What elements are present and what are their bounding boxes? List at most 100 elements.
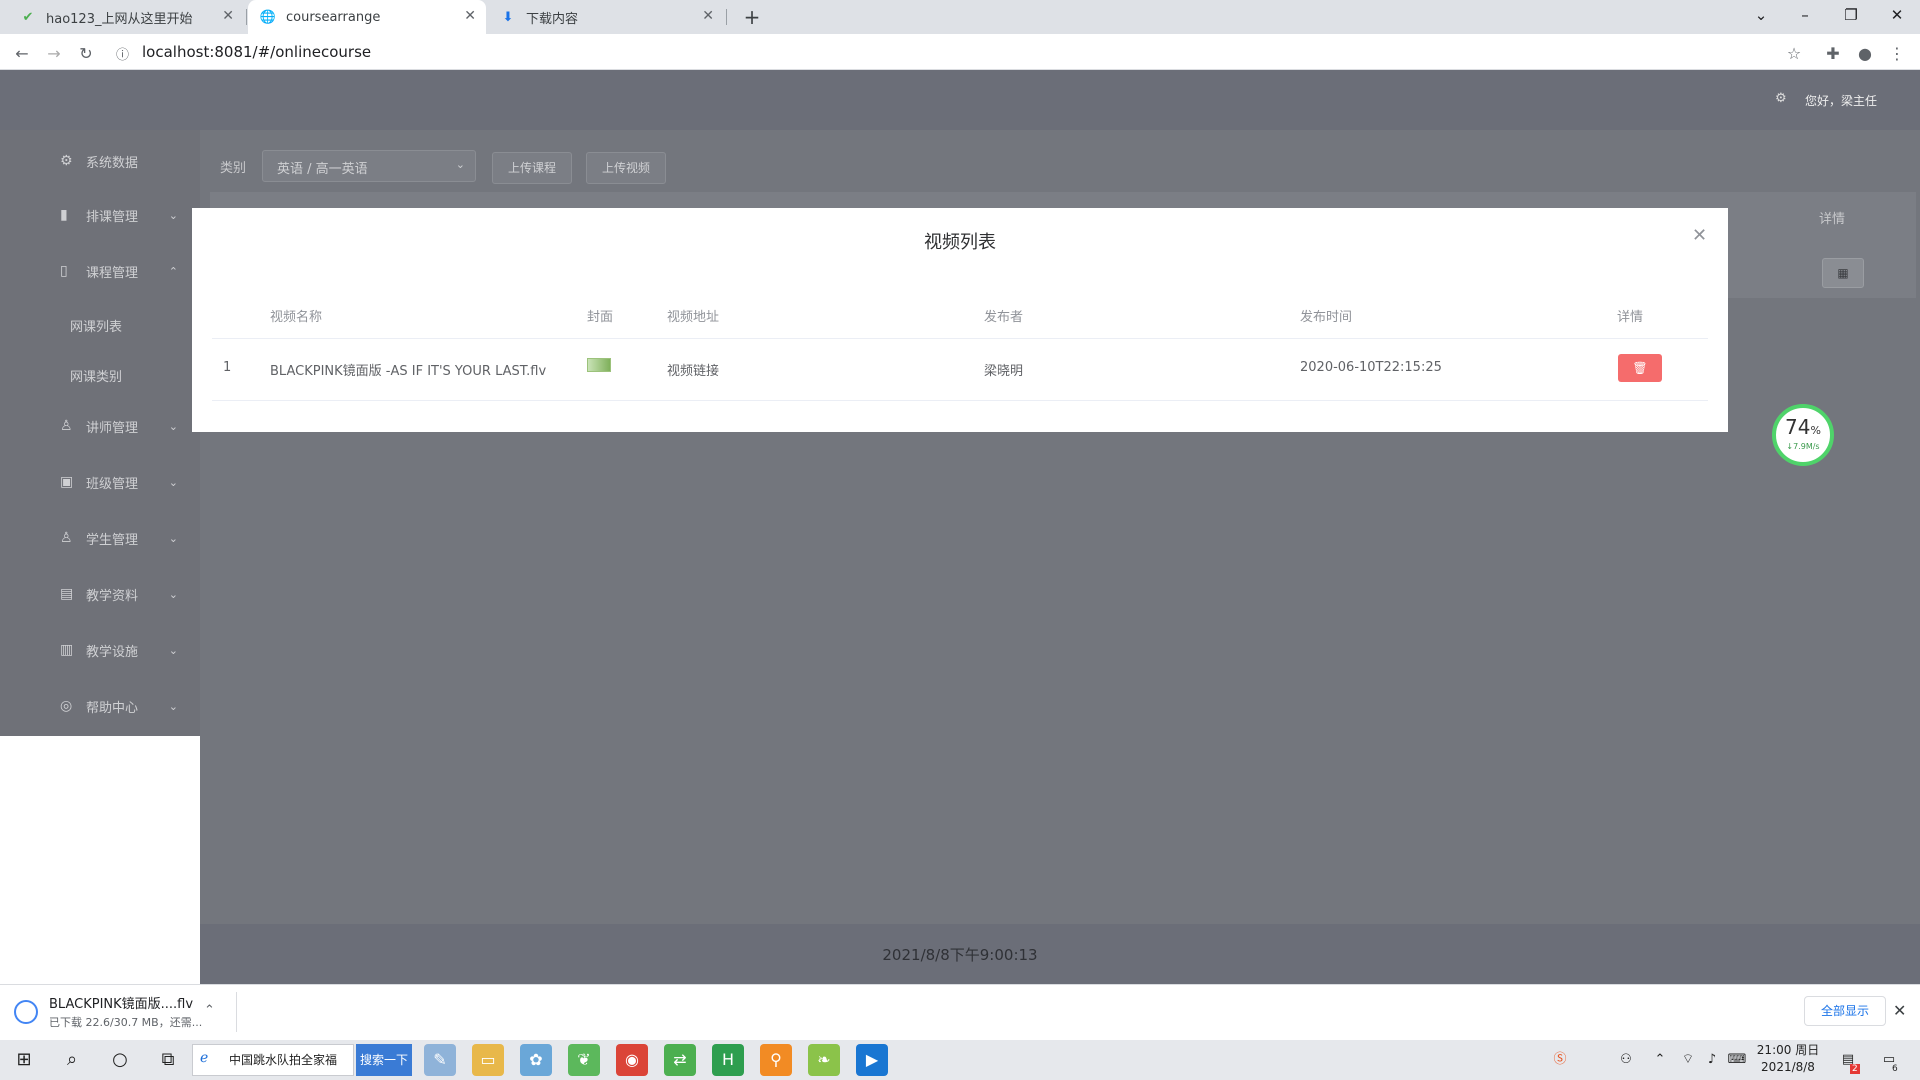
grid-icon[interactable]: ▦ <box>1822 258 1864 288</box>
column-header: 详情 <box>1617 310 1644 325</box>
sidebar-item-facility[interactable]: ▥ 教学设施 ⌄ <box>0 625 200 675</box>
app-icon[interactable]: ✿ <box>520 1044 552 1076</box>
sidebar-item-label: 系统数据 <box>86 155 139 171</box>
tab-separator <box>246 9 247 25</box>
url-text: localhost:8081/#/onlinecourse <box>142 43 372 61</box>
download-icon: ⬇ <box>502 9 514 25</box>
search-tool-icon[interactable]: ⚲ <box>760 1044 792 1076</box>
notepad-icon[interactable]: ✎ <box>424 1044 456 1076</box>
taskbar-search-input[interactable]: 中国跳水队拍全家福 <box>192 1044 354 1076</box>
clock-date: 2021/8/8 <box>1761 1060 1815 1074</box>
wifi-icon[interactable]: ⌔ <box>1676 1040 1700 1080</box>
bar-chart-icon: ▮ <box>60 207 68 223</box>
search-icon[interactable]: ⌕ <box>52 1040 92 1080</box>
sidebar-item-teaching-material[interactable]: ▤ 教学资料 ⌄ <box>0 569 200 619</box>
sidebar-subitem-online-course-list[interactable]: 网课列表 <box>0 300 200 350</box>
chevron-up-icon[interactable]: ⌃ <box>204 1003 215 1018</box>
close-icon[interactable]: ✕ <box>1893 1001 1906 1020</box>
sidebar-item-label: 教学设施 <box>86 644 139 660</box>
chevron-down-icon: ⌄ <box>168 419 178 433</box>
video-name: BLACKPINK镜面版 -AS IF IT'S YOUR LAST.flv <box>270 364 547 379</box>
forward-button[interactable]: → <box>42 42 66 66</box>
tab-hao123[interactable]: ✔ hao123_上网从这里开始 ✕ <box>8 0 244 34</box>
column-header: 发布时间 <box>1300 310 1353 325</box>
sidebar-subitem-online-course-category[interactable]: 网课类别 <box>0 350 200 400</box>
chevron-up-icon[interactable]: ⌃ <box>1648 1040 1672 1080</box>
hbuilder-icon[interactable]: H <box>712 1044 744 1076</box>
download-status: 已下载 22.6/30.7 MB，还需... <box>49 1016 203 1029</box>
download-progress-icon <box>14 1000 38 1024</box>
menu-icon[interactable]: ⋮ <box>1885 42 1909 66</box>
people-icon[interactable]: ⚇ <box>1612 1040 1640 1080</box>
close-icon[interactable]: ✕ <box>222 8 234 24</box>
cortana-icon[interactable]: ○ <box>100 1040 140 1080</box>
category-select[interactable]: 英语 / 高一英语 ⌄ <box>262 150 476 182</box>
tab-coursearrange[interactable]: 🌐 coursearrange ✕ <box>248 0 486 34</box>
greeting-text[interactable]: 您好，梁主任 <box>1805 92 1877 109</box>
reload-button[interactable]: ↻ <box>74 42 98 66</box>
chevron-down-icon: ⌄ <box>168 587 178 601</box>
chevron-down-icon: ⌄ <box>455 158 465 171</box>
file-explorer-icon[interactable]: ▭ <box>472 1044 504 1076</box>
upload-course-button[interactable]: 上传课程 <box>492 152 572 184</box>
info-icon[interactable]: ⓘ <box>116 44 129 63</box>
show-all-button[interactable]: 全部显示 <box>1804 996 1886 1026</box>
app-icon[interactable]: ⇄ <box>664 1044 696 1076</box>
restore-button[interactable]: ❐ <box>1828 0 1874 34</box>
app-header <box>0 70 1920 130</box>
close-icon[interactable]: ✕ <box>702 8 714 24</box>
video-app-icon[interactable]: ▶ <box>856 1044 888 1076</box>
sidebar-item-help[interactable]: ◎ 帮助中心 ⌄ <box>0 681 200 731</box>
spring-icon[interactable]: ❦ <box>568 1044 600 1076</box>
chrome-icon[interactable]: ◉ <box>616 1044 648 1076</box>
upload-video-button[interactable]: 上传视频 <box>586 152 666 184</box>
sidebar-item-label: 课程管理 <box>86 265 139 281</box>
extensions-icon[interactable]: ✚ <box>1821 42 1845 66</box>
close-window-button[interactable]: ✕ <box>1874 0 1920 34</box>
keyboard-icon[interactable]: ⌨ <box>1724 1040 1750 1080</box>
help-icon: ◎ <box>60 698 73 714</box>
sidebar-item-teacher[interactable]: ♙ 讲师管理 ⌄ <box>0 401 200 451</box>
chevron-down-icon: ⌄ <box>168 643 178 657</box>
building-icon: ▥ <box>60 642 74 658</box>
profile-icon[interactable]: ● <box>1853 42 1877 66</box>
back-button[interactable]: ← <box>10 42 34 66</box>
video-link[interactable]: 视频链接 <box>667 360 719 379</box>
document-icon: ▤ <box>60 586 74 602</box>
column-header: 发布者 <box>984 310 1024 325</box>
action-center-icon[interactable]: ▭ 6 <box>1874 1040 1904 1080</box>
sidebar-item-label: 讲师管理 <box>86 420 139 436</box>
sidebar-item-system-data[interactable]: ⚙ 系统数据 <box>0 136 200 186</box>
input-method-icon[interactable]: Ⓢ <box>1546 1040 1574 1080</box>
tab-search-icon[interactable]: ⌄ <box>1738 0 1784 34</box>
sidebar-item-course[interactable]: ▯ 课程管理 ⌃ <box>0 246 200 296</box>
course-table-detail-header: 详情 <box>1819 212 1846 227</box>
taskbar-search-button[interactable]: 搜索一下 <box>356 1044 412 1076</box>
task-view-icon[interactable]: ⧉ <box>148 1040 188 1080</box>
sidebar-item-student[interactable]: ♙ 学生管理 ⌄ <box>0 513 200 563</box>
close-icon[interactable]: ✕ <box>464 8 476 24</box>
tab-downloads[interactable]: ⬇ 下载内容 ✕ <box>488 0 724 34</box>
windows-start-icon[interactable]: ⊞ <box>4 1040 44 1080</box>
download-filename[interactable]: BLACKPINK镜面版....flv <box>49 993 193 1012</box>
taskbar-clock[interactable]: 21:00 周日 2021/8/8 <box>1752 1042 1824 1076</box>
close-icon[interactable]: ✕ <box>1692 225 1707 246</box>
sidebar-item-label: 班级管理 <box>86 476 139 492</box>
chevron-down-icon: ⌄ <box>168 208 178 222</box>
sidebar-item-class[interactable]: ▣ 班级管理 ⌄ <box>0 457 200 507</box>
tab-separator <box>726 9 727 25</box>
sidebar-item-schedule[interactable]: ▮ 排课管理 ⌄ <box>0 190 200 240</box>
minimize-button[interactable]: – <box>1782 0 1828 34</box>
cover-thumbnail <box>587 358 611 372</box>
speed-percent-value: 74 <box>1785 415 1811 439</box>
app-icon[interactable]: ❧ <box>808 1044 840 1076</box>
settings-icon[interactable]: ⚙ <box>1775 91 1787 106</box>
network-speed-widget[interactable]: 74% ↓7.9M/s <box>1772 404 1834 466</box>
sidebar-item-label: 帮助中心 <box>86 700 139 716</box>
chevron-down-icon: ⌄ <box>168 699 178 713</box>
volume-icon[interactable]: ♪ <box>1700 1040 1724 1080</box>
new-tab-button[interactable]: + <box>738 4 766 30</box>
notification-icon[interactable]: ▤ 2 <box>1836 1040 1860 1080</box>
bookmark-star-icon[interactable]: ☆ <box>1782 42 1806 66</box>
delete-button[interactable]: 🗑 <box>1618 354 1662 382</box>
